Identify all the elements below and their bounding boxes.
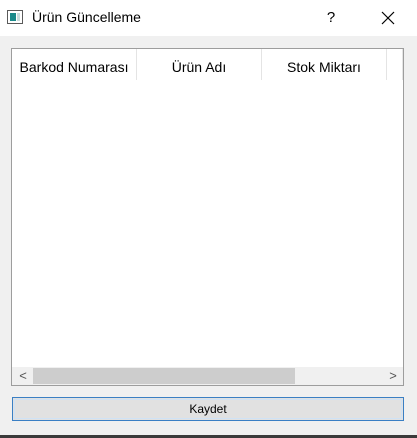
scroll-thumb[interactable]	[33, 368, 295, 384]
scroll-right-arrow-icon[interactable]: >	[384, 367, 402, 385]
column-header-barcode[interactable]: Barkod Numarası	[12, 49, 137, 80]
product-table[interactable]: Barkod Numarası Ürün Adı Stok Miktarı < …	[11, 48, 404, 386]
column-header-extra[interactable]	[387, 49, 403, 80]
save-button[interactable]: Kaydet	[12, 397, 404, 421]
column-header-stock-quantity[interactable]: Stok Miktarı	[262, 49, 387, 80]
window-title: Ürün Güncelleme	[32, 9, 141, 25]
scroll-left-arrow-icon[interactable]: <	[14, 367, 32, 385]
app-window-icon	[7, 10, 23, 24]
title-bar[interactable]: Ürün Güncelleme ?	[0, 0, 417, 36]
close-icon	[381, 11, 395, 25]
column-header-product-name[interactable]: Ürün Adı	[137, 49, 262, 80]
save-button-label: Kaydet	[189, 402, 227, 416]
close-button[interactable]	[371, 0, 405, 36]
horizontal-scrollbar[interactable]: < >	[12, 367, 403, 385]
help-button[interactable]: ?	[314, 0, 348, 36]
table-header: Barkod Numarası Ürün Adı Stok Miktarı	[12, 49, 403, 81]
